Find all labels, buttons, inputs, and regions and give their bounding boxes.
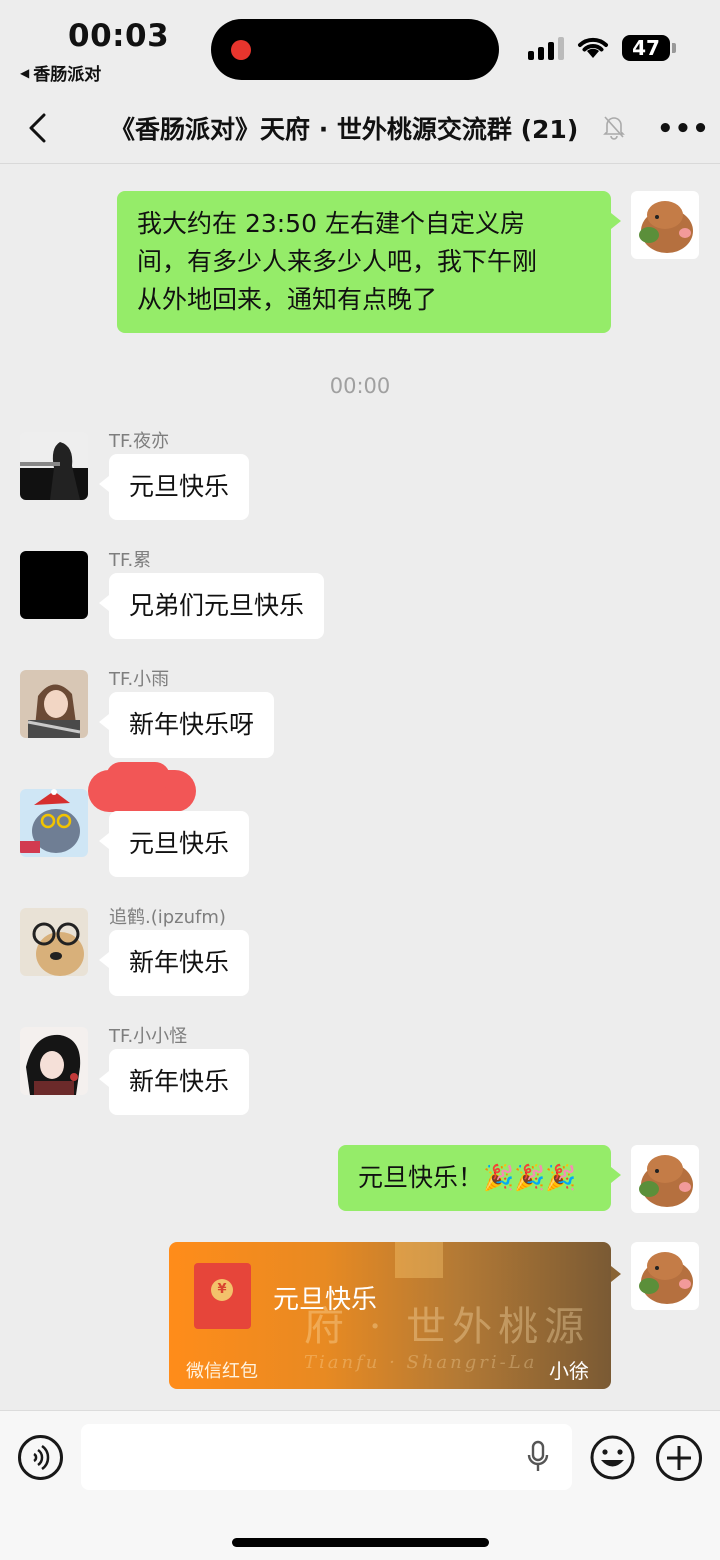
back-to-app[interactable]: ◀ 香肠派对 <box>20 60 101 85</box>
message-bubble-incoming[interactable]: 元旦快乐 <box>98 454 250 520</box>
red-packet-label: 微信红包 <box>186 1361 258 1382</box>
wifi-icon <box>578 37 608 58</box>
redaction-mark <box>88 762 196 812</box>
more-dots-icon[interactable]: ••• <box>657 114 710 144</box>
battery-indicator: 47 <box>622 35 676 61</box>
status-bar: 00:03 ◀ 香肠派对 47 <box>0 0 720 92</box>
self-avatar[interactable] <box>631 1145 699 1213</box>
red-packet-card[interactable]: 府 · 世外桃源 Tianfu · Shangri-La ¥ 元旦快乐 微信红包… <box>169 1242 611 1389</box>
self-avatar[interactable] <box>631 191 699 259</box>
sender-name: TF.夜亦 <box>109 431 170 452</box>
avatar-cat[interactable] <box>20 789 88 857</box>
bubble-tail <box>611 1266 621 1282</box>
bell-slash-icon <box>603 116 625 140</box>
message-bubble-incoming[interactable]: 新年快乐呀 <box>98 692 275 758</box>
chat-title: 《香肠派对》天府 · 世外桃源交流群 (21) <box>110 115 579 144</box>
sender-name: TF.累 <box>109 550 152 571</box>
sender-name: TF.小小怪 <box>109 1026 188 1047</box>
avatar-lei[interactable] <box>20 551 88 619</box>
emoji-icon[interactable] <box>590 1435 635 1480</box>
message-bubble-incoming[interactable]: 新年快乐 <box>98 1049 250 1115</box>
packet-decor-subtext: Tianfu · Shangri-La <box>304 1352 538 1373</box>
dynamic-island <box>211 19 499 80</box>
home-indicator <box>232 1538 489 1547</box>
avatar-zhui-he[interactable] <box>20 908 88 976</box>
avatar-xiao-yu[interactable] <box>20 670 88 738</box>
red-packet-title: 元旦快乐 <box>273 1285 378 1315</box>
avatar-ye-yi[interactable] <box>20 432 88 500</box>
packet-seal: ¥ <box>211 1279 233 1301</box>
chevron-left-icon[interactable] <box>24 112 54 144</box>
recording-dot-icon <box>231 40 251 60</box>
timestamp: 00:00 <box>329 374 391 398</box>
sender-name: TF.小雨 <box>109 669 170 690</box>
status-time: 00:03 <box>68 18 170 54</box>
self-avatar[interactable] <box>631 1242 699 1310</box>
message-bubble-outgoing[interactable]: 元旦快乐！🎉🎉🎉 <box>338 1145 621 1211</box>
chat-header: 《香肠派对》天府 · 世外桃源交流群 (21) ••• <box>0 92 720 164</box>
sender-name: 追鹤.(ipzufm) <box>109 907 226 928</box>
plus-icon[interactable] <box>656 1435 702 1481</box>
message-bubble-outgoing[interactable]: 我大约在 23:50 左右建个自定义房 间，有多少人来多少人吧，我下午刚 从外地… <box>117 191 621 333</box>
cellular-signal-icon <box>528 36 564 60</box>
microphone-icon[interactable] <box>526 1440 550 1474</box>
avatar-xiao-xiao-guai[interactable] <box>20 1027 88 1095</box>
message-input[interactable] <box>81 1424 572 1490</box>
message-bubble-incoming[interactable]: 元旦快乐 <box>98 811 250 877</box>
back-app-label: 香肠派对 <box>33 65 102 85</box>
message-bubble-incoming[interactable]: 兄弟们元旦快乐 <box>98 573 325 639</box>
red-packet-sender: 小徐 <box>549 1359 589 1383</box>
red-envelope-icon: ¥ <box>194 1263 251 1329</box>
message-bubble-incoming[interactable]: 新年快乐 <box>98 930 250 996</box>
back-triangle-icon: ◀ <box>20 65 30 80</box>
packet-decoration <box>395 1242 443 1278</box>
voice-icon[interactable] <box>18 1435 63 1480</box>
